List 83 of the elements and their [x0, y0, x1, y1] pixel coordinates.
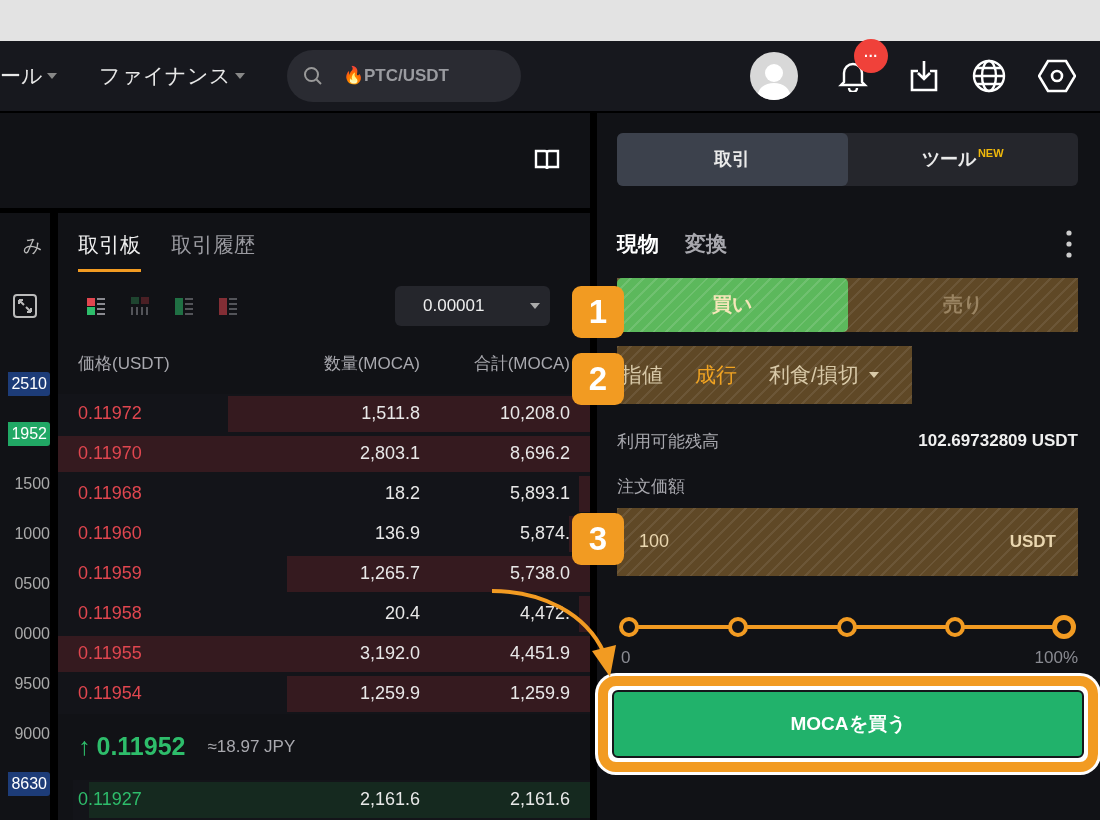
- total-cell-text: 4,451.9: [508, 643, 570, 665]
- ask-price: 0.11968: [78, 483, 143, 505]
- step-badge: 3: [572, 513, 624, 565]
- price-label: 1500: [14, 474, 50, 494]
- panel-heading: み: [23, 234, 43, 258]
- expand-icon[interactable]: [12, 293, 38, 319]
- slider-stop[interactable]: [836, 617, 857, 637]
- amount-cell-text: 3,192.0: [358, 643, 420, 665]
- globe-icon[interactable]: [972, 58, 1006, 93]
- price-label: 0000: [14, 624, 50, 644]
- tab[interactable]: 取引板: [78, 231, 141, 272]
- price-label: 1000: [14, 524, 50, 544]
- amount-cell-text: 1,259.9: [358, 683, 420, 705]
- precision-dropdown[interactable]: 0.00001: [395, 286, 550, 326]
- avatar[interactable]: [750, 51, 798, 100]
- nav-menu[interactable]: ール: [0, 61, 57, 90]
- amount-cell-text: 1,265.7: [358, 563, 420, 585]
- total-cell-text: 5,893.1: [508, 483, 570, 505]
- total-cell-text: 2,161.6: [508, 789, 570, 811]
- last-price-value: 0.11952: [96, 732, 186, 762]
- order-type-tab[interactable]: 成行: [695, 361, 737, 389]
- price-label: 9000: [14, 724, 50, 744]
- balance-value: 102.69732809 USDT: [918, 431, 1078, 452]
- slider-stop[interactable]: [727, 617, 748, 637]
- bid-price: 0.11927: [78, 789, 143, 811]
- settings-icon[interactable]: [1038, 58, 1076, 93]
- slider-max-label: 100%: [1034, 648, 1078, 668]
- slider-stop[interactable]: [1052, 615, 1076, 639]
- amount-cell-text: 18.2: [383, 483, 420, 505]
- search-input[interactable]: 🔥PTC/USDT: [341, 64, 491, 87]
- search-field[interactable]: 🔥PTC/USDT: [287, 49, 521, 102]
- column-header: 数量(MOCA): [322, 353, 420, 376]
- amount-cell-text: 136.9: [373, 523, 420, 545]
- nav-menu[interactable]: ファイナンス: [99, 61, 245, 90]
- total-cell-text: 1,259.9: [508, 683, 570, 705]
- book-icon[interactable]: [534, 149, 560, 172]
- tab[interactable]: 取引: [617, 133, 848, 186]
- order-type-tab[interactable]: 利食/損切: [769, 361, 879, 389]
- price-label: 8630: [8, 772, 50, 796]
- price-label: 9500: [14, 674, 50, 694]
- ask-price: 0.11954: [78, 683, 143, 705]
- grid-icon[interactable]: [130, 296, 150, 316]
- slider-stop[interactable]: [945, 617, 966, 637]
- price-label: 0500: [14, 574, 50, 594]
- amount-input[interactable]: 100: [637, 530, 757, 554]
- ask-price: 0.11955: [78, 643, 143, 665]
- tab[interactable]: 変換: [685, 230, 727, 258]
- slider-min-label: 0: [621, 648, 631, 668]
- amount-cell-text: 1,511.8: [360, 403, 420, 425]
- download-icon[interactable]: [908, 58, 940, 93]
- price-label: 1952: [8, 422, 50, 446]
- fiat-price: ≈18.97 JPY: [207, 737, 296, 757]
- slider-stop[interactable]: [619, 617, 639, 637]
- tab[interactable]: 取引履歴: [171, 231, 255, 272]
- amount-field[interactable]: 100 USDT: [617, 508, 1078, 576]
- more-icon[interactable]: [1066, 230, 1072, 258]
- balance-label: 利用可能残高: [617, 431, 719, 453]
- unit-label: USDT: [1009, 532, 1056, 552]
- total-cell-text: 5,738.0: [508, 563, 570, 585]
- amount-cell-text: 2,803.1: [358, 443, 420, 465]
- total-cell-text: 8,696.2: [508, 443, 570, 465]
- column-header: 合計(MOCA): [472, 353, 570, 376]
- amount-cell-text: 2,161.6: [358, 789, 420, 811]
- field-label: 注文価額: [617, 476, 686, 498]
- search-icon: [303, 65, 323, 86]
- caret-icon: [530, 303, 540, 309]
- arrow-icon: ↑: [78, 732, 91, 762]
- ask-price: 0.11972: [78, 403, 143, 425]
- total-cell-text: 10,208.0: [498, 403, 570, 425]
- price-label: 2510: [8, 372, 50, 396]
- ask-price: 0.11959: [78, 563, 143, 585]
- total-cell-text: 5,874.: [518, 523, 570, 545]
- list-icon[interactable]: [86, 296, 106, 316]
- notification-badge: ···: [854, 38, 888, 73]
- ask-price: 0.11958: [78, 603, 143, 625]
- tab[interactable]: ツール$^{NEW}$: [847, 133, 1078, 186]
- column-header: 価格(USDT): [78, 353, 171, 376]
- step-badge: 1: [572, 286, 624, 338]
- ask-price: 0.11960: [78, 523, 143, 545]
- step-badge: 2: [572, 353, 624, 405]
- amount-cell-text: 20.4: [383, 603, 420, 625]
- ask-price: 0.11970: [78, 443, 143, 465]
- tab[interactable]: 現物: [617, 230, 659, 258]
